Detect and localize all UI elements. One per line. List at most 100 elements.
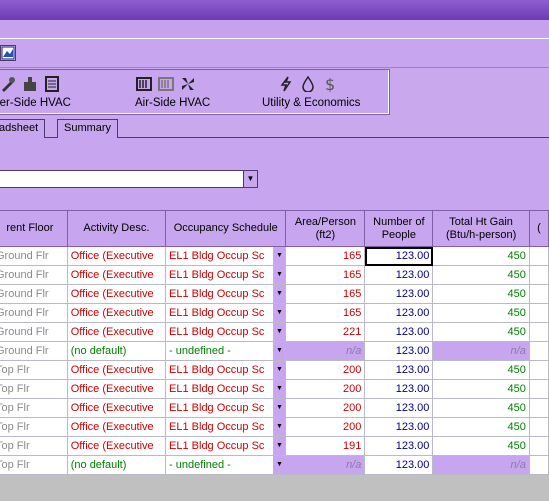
area-person-cell[interactable]: 200 (285, 417, 366, 437)
heat-gain-cell[interactable]: n/a (432, 341, 530, 361)
people-cell[interactable]: 123.00 (364, 303, 434, 323)
table-row[interactable]: Top Flr Office (Executive EL1 Bldg Occup S… (0, 379, 549, 399)
col-header-extra[interactable]: ( (528, 210, 549, 247)
table-row[interactable]: Ground Flr (no default) - undefined - ▼ n/a 1… (0, 341, 549, 361)
schedule-cell[interactable]: EL1 Bldg Occup Sc ▼ (165, 436, 287, 456)
heat-gain-cell[interactable]: 450 (432, 417, 530, 437)
table-row[interactable]: Ground Flr Office (Executive EL1 Bldg Occu… (0, 265, 549, 285)
area-person-cell[interactable]: 200 (285, 360, 366, 380)
schedule-cell[interactable]: EL1 Bldg Occup Sc ▼ (165, 265, 287, 285)
table-row[interactable]: Top Flr Office (Executive EL1 Bldg Occup S… (0, 417, 549, 437)
activity-cell[interactable]: Office (Executive (66, 303, 167, 323)
floor-cell[interactable]: Top Flr (0, 379, 68, 399)
floor-cell[interactable]: Ground Flr (0, 322, 68, 342)
heat-gain-cell[interactable]: 450 (432, 322, 530, 342)
air-side-hvac-group[interactable]: Air-Side HVAC (135, 74, 225, 112)
area-person-cell[interactable]: 165 (285, 265, 366, 285)
activity-cell[interactable]: Office (Executive (66, 265, 167, 285)
people-cell[interactable]: 123.00 (364, 322, 434, 342)
schedule-dropdown-icon[interactable]: ▼ (273, 266, 285, 284)
extra-cell[interactable] (528, 303, 549, 323)
chevron-down-icon[interactable]: ▼ (243, 171, 257, 187)
activity-cell[interactable]: Office (Executive (66, 322, 167, 342)
extra-cell[interactable] (528, 398, 549, 418)
schedule-cell[interactable]: EL1 Bldg Occup Sc ▼ (165, 398, 287, 418)
tab-summary[interactable]: Summary (57, 119, 119, 138)
heat-gain-cell[interactable]: 450 (432, 265, 530, 285)
floor-cell[interactable]: Top Flr (0, 436, 68, 456)
area-person-cell[interactable]: 165 (285, 284, 366, 304)
schedule-dropdown-icon[interactable]: ▼ (273, 342, 285, 360)
table-row[interactable]: Ground Flr Office (Executive EL1 Bldg Occu… (0, 322, 549, 342)
schedule-cell[interactable]: EL1 Bldg Occup Sc ▼ (165, 360, 287, 380)
people-cell[interactable]: 123.00 (364, 455, 434, 475)
area-person-cell[interactable]: 221 (285, 322, 366, 342)
floor-cell[interactable]: Top Flr (0, 398, 68, 418)
activity-cell[interactable]: Office (Executive (66, 379, 167, 399)
people-cell[interactable]: 123.00 (364, 398, 434, 418)
schedule-dropdown-icon[interactable]: ▼ (273, 323, 285, 341)
area-person-cell[interactable]: 165 (285, 303, 366, 323)
people-cell[interactable]: 123.00 (364, 360, 434, 380)
floor-cell[interactable]: Top Flr (0, 455, 68, 475)
schedule-dropdown-icon[interactable]: ▼ (273, 437, 285, 455)
schedule-dropdown-icon[interactable]: ▼ (273, 399, 285, 417)
activity-cell[interactable]: Office (Executive (66, 436, 167, 456)
table-row[interactable]: Ground Flr Office (Executive EL1 Bldg Occu… (0, 246, 549, 266)
extra-cell[interactable] (528, 360, 549, 380)
people-cell[interactable]: 123.00 (364, 341, 434, 361)
table-row[interactable]: Top Flr (no default) - undefined - ▼ n/a 123.… (0, 455, 549, 475)
col-header-heat-gain[interactable]: Total Ht Gain (Btu/h-person) (432, 210, 530, 247)
schedule-dropdown-icon[interactable]: ▼ (273, 361, 285, 379)
activity-cell[interactable]: (no default) (66, 455, 167, 475)
people-cell[interactable]: 123.00 (364, 417, 434, 437)
col-header-activity[interactable]: Activity Desc. (66, 210, 167, 247)
heat-gain-cell[interactable]: 450 (432, 436, 530, 456)
heat-gain-cell[interactable]: 450 (432, 379, 530, 399)
schedule-cell[interactable]: EL1 Bldg Occup Sc ▼ (165, 379, 287, 399)
extra-cell[interactable] (528, 265, 549, 285)
schedule-dropdown-icon[interactable]: ▼ (273, 380, 285, 398)
heat-gain-cell[interactable]: 450 (432, 398, 530, 418)
area-person-cell[interactable]: 191 (285, 436, 366, 456)
extra-cell[interactable] (528, 436, 549, 456)
schedule-cell[interactable]: - undefined - ▼ (165, 455, 287, 475)
heat-gain-cell[interactable]: 450 (432, 246, 530, 266)
schedule-dropdown-icon[interactable]: ▼ (273, 418, 285, 436)
activity-cell[interactable]: (no default) (66, 341, 167, 361)
table-row[interactable]: Top Flr Office (Executive EL1 Bldg Occup S… (0, 398, 549, 418)
extra-cell[interactable] (528, 246, 549, 266)
floor-cell[interactable]: Ground Flr (0, 284, 68, 304)
table-row[interactable]: Ground Flr Office (Executive EL1 Bldg Occu… (0, 303, 549, 323)
area-person-cell[interactable]: n/a (285, 341, 366, 361)
people-cell[interactable]: 123.00 (364, 246, 434, 266)
table-row[interactable]: Top Flr Office (Executive EL1 Bldg Occup S… (0, 360, 549, 380)
heat-gain-cell[interactable]: 450 (432, 284, 530, 304)
heat-gain-cell[interactable]: 450 (432, 303, 530, 323)
extra-cell[interactable] (528, 341, 549, 361)
people-cell[interactable]: 123.00 (364, 436, 434, 456)
people-cell[interactable]: 123.00 (364, 265, 434, 285)
table-row[interactable]: Ground Flr Office (Executive EL1 Bldg Occu… (0, 284, 549, 304)
utility-economics-group[interactable]: $ Utility & Economics (262, 74, 377, 112)
activity-cell[interactable]: Office (Executive (66, 246, 167, 266)
people-cell[interactable]: 123.00 (364, 379, 434, 399)
table-row[interactable]: Top Flr Office (Executive EL1 Bldg Occup S… (0, 436, 549, 456)
chart-view-button[interactable] (0, 45, 16, 61)
activity-cell[interactable]: Office (Executive (66, 417, 167, 437)
extra-cell[interactable] (528, 455, 549, 475)
schedule-cell[interactable]: - undefined - ▼ (165, 341, 287, 361)
schedule-dropdown-icon[interactable]: ▼ (273, 456, 285, 474)
col-header-schedule[interactable]: Occupancy Schedule (165, 210, 287, 247)
schedule-cell[interactable]: EL1 Bldg Occup Sc ▼ (165, 322, 287, 342)
area-person-cell[interactable]: n/a (285, 455, 366, 475)
activity-cell[interactable]: Office (Executive (66, 398, 167, 418)
extra-cell[interactable] (528, 284, 549, 304)
extra-cell[interactable] (528, 379, 549, 399)
schedule-cell[interactable]: EL1 Bldg Occup Sc ▼ (165, 246, 287, 266)
floor-cell[interactable]: Ground Flr (0, 341, 68, 361)
schedule-dropdown-icon[interactable]: ▼ (273, 304, 285, 322)
floor-cell[interactable]: Top Flr (0, 417, 68, 437)
heat-gain-cell[interactable]: 450 (432, 360, 530, 380)
tab-spreadsheet[interactable]: adsheet (0, 119, 46, 139)
